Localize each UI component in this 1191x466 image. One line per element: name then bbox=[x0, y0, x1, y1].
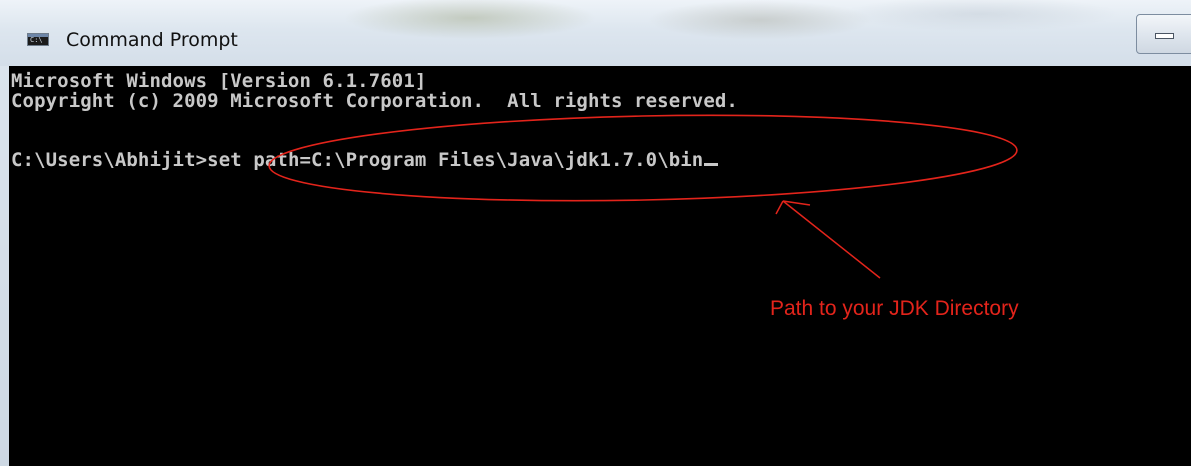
minimize-button[interactable] bbox=[1136, 14, 1191, 54]
window-title: Command Prompt bbox=[66, 29, 238, 51]
minimize-icon bbox=[1155, 33, 1174, 39]
window-frame-left bbox=[0, 66, 9, 466]
console-command[interactable]: set path=C:\Program Files\Java\jdk1.7.0\… bbox=[207, 149, 703, 171]
title-bar[interactable]: C:\ Command Prompt bbox=[0, 0, 1191, 66]
text-cursor bbox=[704, 163, 719, 166]
console-line-version: Microsoft Windows [Version 6.1.7601] bbox=[11, 70, 427, 92]
console-command-line[interactable]: C:\Users\Abhijit>set path=C:\Program Fil… bbox=[11, 149, 719, 171]
command-prompt-window: C:\ Command Prompt Microsoft Windows [Ve… bbox=[0, 0, 1191, 466]
console-line-copyright: Copyright (c) 2009 Microsoft Corporation… bbox=[11, 90, 738, 112]
annotation-label: Path to your JDK Directory bbox=[770, 297, 1019, 320]
cmd-icon-label: C:\ bbox=[30, 36, 43, 44]
console-prompt: C:\Users\Abhijit> bbox=[11, 149, 208, 171]
console-output[interactable]: Microsoft Windows [Version 6.1.7601] Cop… bbox=[9, 66, 1191, 466]
cmd-window-icon[interactable]: C:\ bbox=[27, 33, 49, 46]
